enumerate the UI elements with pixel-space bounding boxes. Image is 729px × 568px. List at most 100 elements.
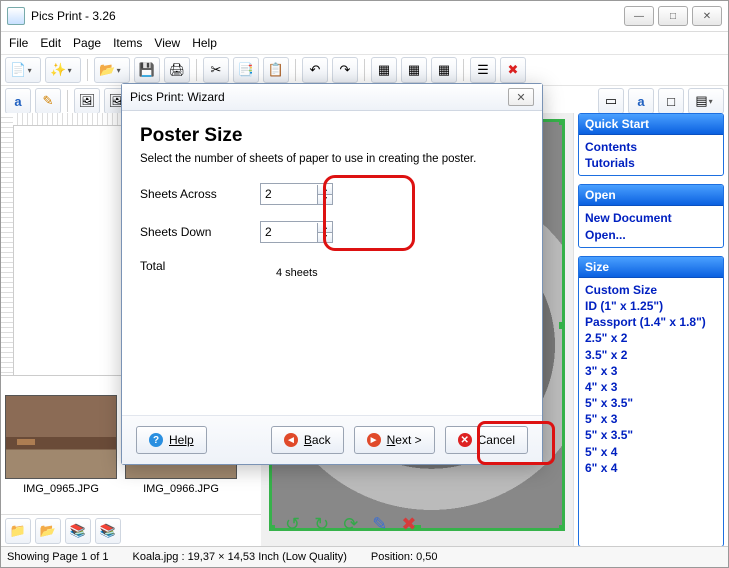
- folder-stack-button[interactable]: 📚: [65, 518, 91, 544]
- label-sheets-down: Sheets Down: [140, 225, 260, 239]
- sidebar-size-option[interactable]: 5" x 3: [585, 411, 717, 427]
- spinner-down-icon[interactable]: ▼: [318, 195, 332, 204]
- folder-up-icon: 📁: [10, 523, 26, 539]
- save-icon: 💾: [139, 62, 155, 78]
- folder-up-button[interactable]: 📁: [5, 518, 31, 544]
- help-button[interactable]: ? Help: [136, 426, 207, 454]
- sheets-down-spinner[interactable]: ▲▼: [260, 221, 333, 243]
- back-button[interactable]: ◄ Back: [271, 426, 344, 454]
- menu-view[interactable]: View: [154, 36, 180, 50]
- arrow-right-icon: ►: [367, 433, 381, 447]
- close-button[interactable]: ✕: [692, 6, 722, 26]
- sidebar-size-option[interactable]: 4" x 3: [585, 379, 717, 395]
- minimize-button[interactable]: —: [624, 6, 654, 26]
- sidebar-card-open: Open New Document Open...: [578, 184, 724, 247]
- menu-file[interactable]: File: [9, 36, 28, 50]
- sidebar-size-option[interactable]: 5" x 4: [585, 444, 717, 460]
- wizard-title: Pics Print: Wizard: [130, 90, 225, 104]
- sidebar-link-new-document[interactable]: New Document: [585, 210, 717, 226]
- wizard-button[interactable]: ✨▾: [45, 57, 81, 83]
- cut-button[interactable]: ✂: [203, 57, 229, 83]
- thumbnail-toolbar: 📁 📂 📚 📚: [1, 514, 261, 547]
- sidebar-card-size: Size Custom SizeID (1" x 1.25")Passport …: [578, 256, 724, 547]
- sidebar-card-quickstart: Quick Start Contents Tutorials: [578, 113, 724, 176]
- refresh-icon[interactable]: ⟳: [343, 514, 358, 535]
- menu-edit[interactable]: Edit: [40, 36, 61, 50]
- copy-button[interactable]: 📑: [233, 57, 259, 83]
- paste-button[interactable]: 📋: [263, 57, 289, 83]
- cancel-button[interactable]: ✕ Cancel: [445, 426, 528, 454]
- spinner-up-icon[interactable]: ▲: [318, 223, 332, 233]
- remove-icon[interactable]: ✖: [401, 514, 416, 535]
- spinner-down-icon[interactable]: ▼: [318, 233, 332, 242]
- thumbnail[interactable]: IMG_0965.JPG: [5, 395, 117, 495]
- sidebar-size-option[interactable]: 5" x 3.5": [585, 395, 717, 411]
- wizard-heading: Poster Size: [140, 125, 524, 147]
- resize-handle[interactable]: [559, 322, 565, 329]
- edit-icon[interactable]: ✎: [372, 514, 387, 535]
- resize-handle[interactable]: [559, 119, 565, 125]
- separator: [87, 59, 88, 81]
- redo-button[interactable]: ↷: [332, 57, 358, 83]
- box-icon: □: [667, 94, 675, 109]
- layout3-button[interactable]: ▦: [431, 57, 457, 83]
- titlebar: Pics Print - 3.26 — □ ✕: [1, 1, 728, 32]
- status-page: Showing Page 1 of 1: [7, 551, 109, 563]
- edit-pencil-button[interactable]: ✎: [35, 88, 61, 114]
- paste-icon: 📋: [268, 62, 284, 78]
- new-icon: 📄: [10, 62, 26, 78]
- cut-icon: ✂: [211, 62, 222, 78]
- sheets-across-spinner[interactable]: ▲▼: [260, 183, 333, 205]
- sidebar-link-contents[interactable]: Contents: [585, 139, 717, 155]
- rotate-left-icon[interactable]: ↺: [285, 514, 300, 535]
- sheets-down-input[interactable]: [261, 223, 317, 241]
- save-button[interactable]: 💾: [134, 57, 160, 83]
- sidebar-size-option[interactable]: Passport (1.4" x 1.8"): [585, 314, 717, 330]
- sidebar-size-option[interactable]: 6" x 4: [585, 460, 717, 476]
- box-tool[interactable]: □: [658, 88, 684, 114]
- sidebar-link-tutorials[interactable]: Tutorials: [585, 155, 717, 171]
- undo-button[interactable]: ↶: [302, 57, 328, 83]
- menu-page[interactable]: Page: [73, 36, 101, 50]
- sidebar-card-title: Open: [579, 185, 723, 206]
- layout1-button[interactable]: ▦: [371, 57, 397, 83]
- sidebar-size-option[interactable]: ID (1" x 1.25"): [585, 298, 717, 314]
- thumbnail-caption: IMG_0966.JPG: [143, 483, 219, 495]
- resize-handle[interactable]: [559, 525, 565, 531]
- wizard-close-button[interactable]: ✕: [508, 88, 534, 106]
- rotate-right-icon[interactable]: ↻: [314, 514, 329, 535]
- img-tool-1[interactable]: 🖼: [74, 88, 100, 114]
- new-doc-button[interactable]: 📄▾: [5, 57, 41, 83]
- print-button[interactable]: 🖨: [164, 57, 190, 83]
- layout2-button[interactable]: ▦: [401, 57, 427, 83]
- sidebar-link-open[interactable]: Open...: [585, 227, 717, 243]
- delete-button[interactable]: ✖: [500, 57, 526, 83]
- more-tools-button[interactable]: ▤▾: [688, 88, 724, 114]
- sidebar-size-option[interactable]: 3.5" x 2: [585, 347, 717, 363]
- props-button[interactable]: ☰: [470, 57, 496, 83]
- page-a2-button[interactable]: a: [628, 88, 654, 114]
- page-a-button[interactable]: a: [5, 88, 31, 114]
- sheets-across-input[interactable]: [261, 185, 317, 203]
- stack-icon: 📚: [100, 523, 116, 539]
- folder-button[interactable]: 📂: [35, 518, 61, 544]
- sidebar-size-option[interactable]: 3" x 3: [585, 363, 717, 379]
- wizard-dialog: Pics Print: Wizard ✕ Poster Size Select …: [121, 83, 543, 465]
- maximize-button[interactable]: □: [658, 6, 688, 26]
- resize-handle[interactable]: [269, 525, 275, 531]
- sidebar-size-option[interactable]: 2.5" x 2: [585, 330, 717, 346]
- next-button[interactable]: ► Next >: [354, 426, 435, 454]
- spinner-up-icon[interactable]: ▲: [318, 185, 332, 195]
- select-tool[interactable]: ▭: [598, 88, 624, 114]
- menu-items[interactable]: Items: [113, 36, 142, 50]
- sidebar-size-option[interactable]: Custom Size: [585, 282, 717, 298]
- folder-stack2-button[interactable]: 📚: [95, 518, 121, 544]
- menu-help[interactable]: Help: [192, 36, 217, 50]
- pencil-icon: ✎: [43, 93, 54, 109]
- wizard-titlebar[interactable]: Pics Print: Wizard ✕: [122, 84, 542, 111]
- toolbar-main: 📄▾ ✨▾ 📂▾ 💾 🖨 ✂ 📑 📋 ↶ ↷ ▦ ▦ ▦ ☰ ✖: [1, 54, 728, 85]
- open-button[interactable]: 📂▾: [94, 57, 130, 83]
- sidebar-size-option[interactable]: 5" x 3.5": [585, 427, 717, 443]
- redo-icon: ↷: [340, 62, 351, 78]
- help-label: Help: [169, 433, 194, 447]
